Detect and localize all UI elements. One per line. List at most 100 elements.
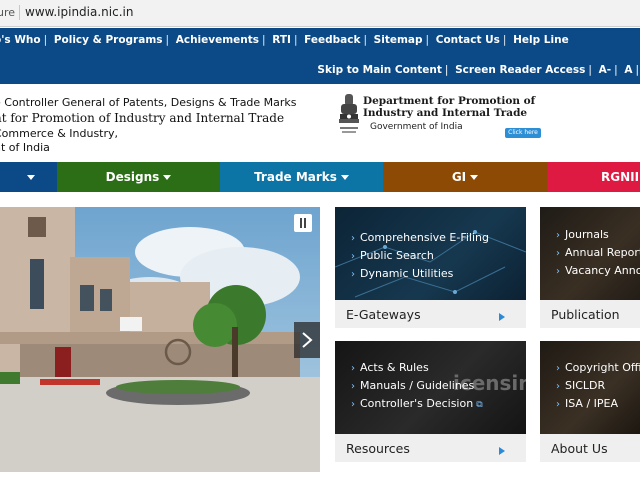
nav-help-line[interactable]: Help Line [513,34,569,46]
chevron-right-icon: › [351,363,355,374]
nav-separator: | [165,34,170,46]
building-photo [0,207,320,472]
list-item[interactable]: › Annual Reports [556,244,640,262]
chevron-right-icon: › [351,251,355,262]
national-emblem-icon [339,94,359,133]
nav-separator: | [363,34,368,46]
nav-whos-who[interactable]: o's Who [0,34,41,46]
list-item[interactable]: › ISA / IPEA [556,395,640,413]
list-item-label: Controller's Decision [360,397,474,410]
list-item[interactable]: › Copyright Office [556,359,640,377]
list-item-label: Journals [565,228,609,241]
publication-image: › Journals › Annual Reports › Vacancy Annou [540,207,640,300]
publication-list: › Journals › Annual Reports › Vacancy Annou [556,226,640,280]
category-patents[interactable] [0,162,57,192]
nav-separator: | [614,64,618,76]
egateways-image: › Comprehensive E-Filing › Public Search ›… [335,207,526,300]
list-item[interactable]: › Journals [556,226,640,244]
list-item[interactable]: › Vacancy Annou [556,262,640,280]
nav-separator: | [588,64,592,76]
url-text[interactable]: www.ipindia.nic.in [25,5,133,19]
list-item-label: Manuals / Guidelines [360,379,475,392]
list-item[interactable]: › Comprehensive E-Filing [351,229,489,247]
caret-down-icon [26,174,35,180]
list-item-label: Acts & Rules [360,361,429,374]
caret-down-icon [340,174,349,180]
about-image: › Copyright Office › SICLDR › ISA / IPEA [540,341,640,434]
resources-list: › Acts & Rules › Manuals / Guidelines › Con… [351,359,483,413]
arrow-right-icon [499,447,505,455]
screen-reader-link[interactable]: Screen Reader Access [455,64,585,76]
list-item[interactable]: › Manuals / Guidelines [351,377,483,395]
accessibility-links: Skip to Main Content | Screen Reader Acce… [317,64,640,76]
list-item[interactable]: › Acts & Rules [351,359,483,377]
nav-separator: | [43,34,48,46]
tile-caption: Resources [346,441,410,456]
tile-egateways[interactable]: › Comprehensive E-Filing › Public Search ›… [335,207,526,328]
nav-contact-us[interactable]: Contact Us [436,34,500,46]
egateways-list: › Comprehensive E-Filing › Public Search ›… [351,229,489,283]
top-nav-links: o's Who| Policy & Programs| Achievements… [0,34,569,46]
click-here-button[interactable]: Click here [505,128,541,138]
list-item-label: Annual Reports [565,246,640,259]
pause-button[interactable] [294,214,312,232]
resources-image: icensing ›Acts & Rules ›Manuals / Guidel… [335,341,526,434]
nav-policy-programs[interactable]: Policy & Programs [54,34,163,46]
category-trade-marks[interactable]: Trade Marks [220,162,383,192]
secure-label: ure [0,6,16,19]
dept-name-line1: Department for Promotion of [363,95,536,107]
header-title-line4: nt of India [0,141,50,154]
nav-separator: | [425,34,430,46]
tile-caption: Publication [551,307,620,322]
list-item-label: Copyright Office [565,361,640,374]
tile-resources[interactable]: icensing ›Acts & Rules ›Manuals / Guidel… [335,341,526,462]
category-rgniipm[interactable]: RGNIIPI [547,162,640,192]
list-item[interactable]: › Controller's Decision ⧉ [351,395,483,413]
nav-separator: | [444,64,449,76]
nav-separator: | [293,34,298,46]
header-title-line3: Commerce & Industry, [0,127,119,140]
chevron-right-icon: › [351,269,355,280]
list-item-label: SICLDR [565,379,606,392]
category-trade-marks-label: Trade Marks [254,170,337,184]
nav-separator: | [502,34,507,46]
list-item-label: Vacancy Annou [565,264,640,277]
nav-achievements[interactable]: Achievements [176,34,259,46]
list-item[interactable]: › SICLDR [556,377,640,395]
tile-caption: About Us [551,441,608,456]
chevron-right-icon: › [556,230,560,241]
external-link-icon: ⧉ [476,400,483,410]
font-decrease-button[interactable]: A- [599,64,611,76]
chevron-right-icon [302,332,313,348]
header-title-line1: e Controller General of Patents, Designs… [0,96,297,109]
dept-name-line2: Industry and Internal Trade [363,107,528,119]
chevron-right-icon: › [556,266,560,277]
skip-to-main-link[interactable]: Skip to Main Content [317,64,442,76]
tile-caption: E-Gateways [346,307,421,322]
category-gi-label: GI [451,170,467,184]
chevron-right-icon: › [351,381,355,392]
government-label: Government of India [370,122,463,132]
nav-sitemap[interactable]: Sitemap [374,34,423,46]
address-bar[interactable]: ure www.ipindia.nic.in [0,0,640,27]
category-designs[interactable]: Designs [57,162,220,192]
font-normal-button[interactable]: A [624,64,632,76]
site-header: e Controller General of Patents, Designs… [0,84,640,162]
hero-slider[interactable] [0,207,320,472]
nav-separator: | [635,64,639,76]
category-designs-label: Designs [105,170,160,184]
list-item[interactable]: › Public Search [351,247,489,265]
category-rgniipm-label: RGNIIPI [601,170,640,184]
list-item[interactable]: › Dynamic Utilities [351,265,489,283]
list-item-label: ISA / IPEA [565,397,619,410]
arrow-right-icon [499,313,505,321]
address-separator [19,5,20,20]
nav-feedback[interactable]: Feedback [304,34,360,46]
tile-about-us[interactable]: › Copyright Office › SICLDR › ISA / IPEA Ab… [540,341,640,462]
next-slide-button[interactable] [294,322,320,358]
caret-down-icon [163,174,172,180]
nav-rti[interactable]: RTI [272,34,291,46]
chevron-right-icon: › [556,248,560,259]
category-gi[interactable]: GI [383,162,547,192]
tile-publication[interactable]: › Journals › Annual Reports › Vacancy Annou… [540,207,640,328]
